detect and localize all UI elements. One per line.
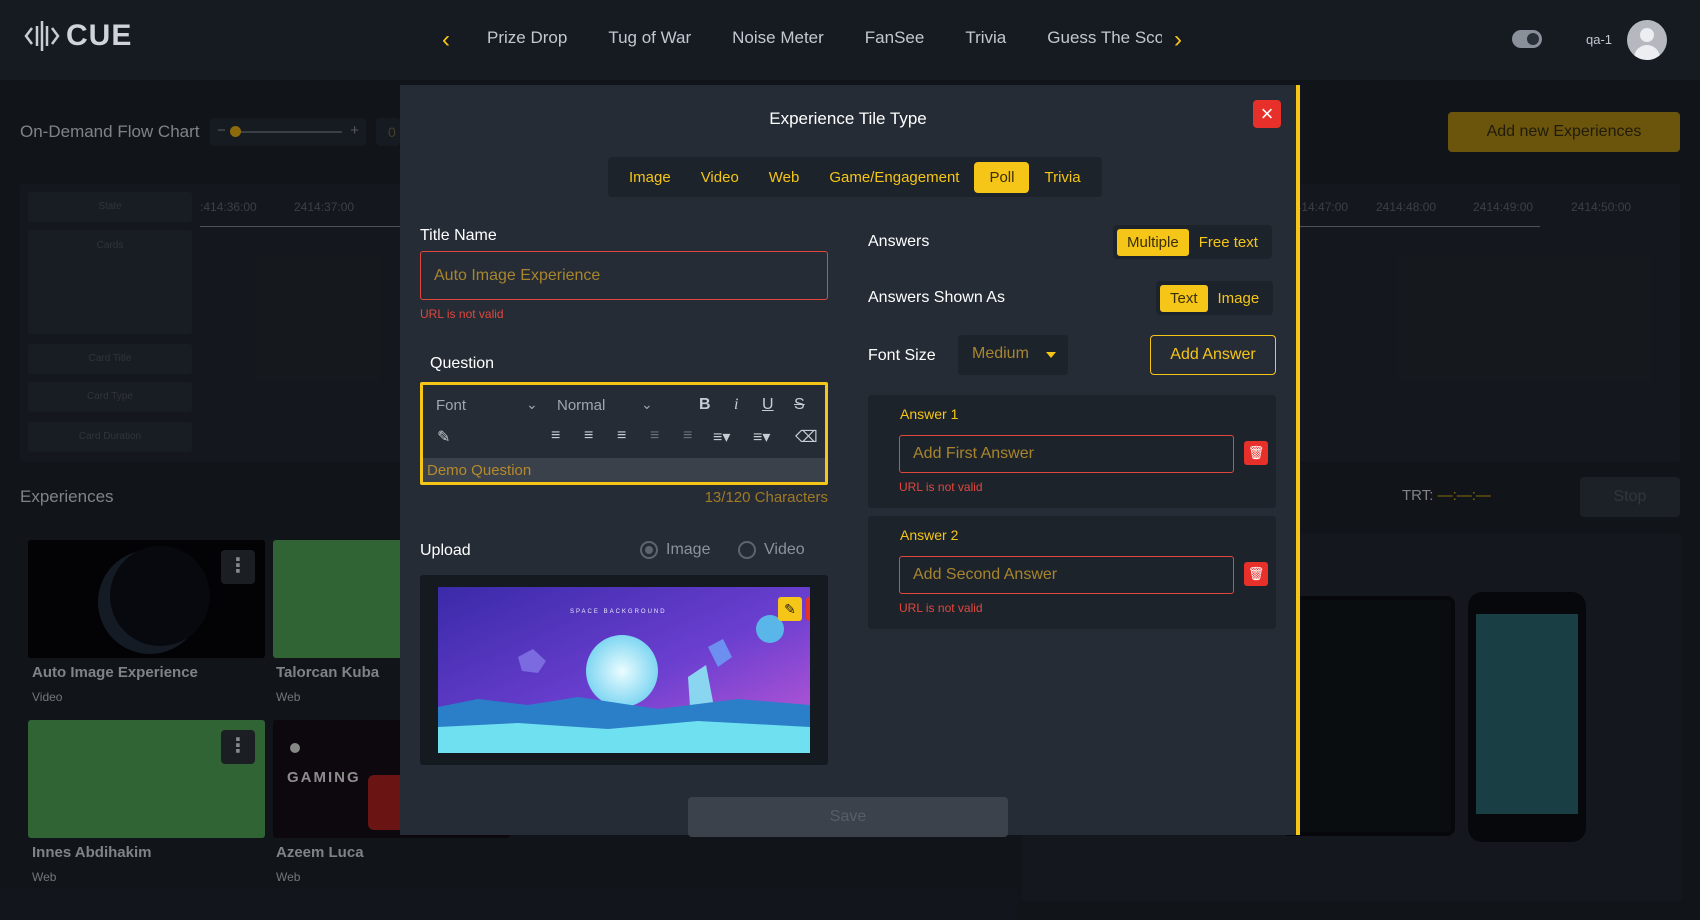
- delete-answer-icon[interactable]: 🗑: [1244, 441, 1268, 465]
- upload-video-radio[interactable]: Video: [738, 541, 805, 559]
- strikethrough-icon[interactable]: S: [794, 396, 805, 414]
- answer-card: Answer 2 URL is not valid 🗑: [868, 516, 1276, 629]
- nav-tab-prize-drop[interactable]: Prize Drop: [487, 28, 567, 48]
- experience-tile-modal: Experience Tile Type × Image Video Web G…: [400, 85, 1300, 837]
- eraser-icon[interactable]: ⌫: [795, 427, 818, 447]
- tab-poll[interactable]: Poll: [974, 161, 1030, 193]
- nav-tab-noise-meter[interactable]: Noise Meter: [732, 28, 824, 48]
- answer-card: Answer 1 URL is not valid 🗑: [868, 395, 1276, 508]
- answer-error: URL is not valid: [899, 480, 983, 494]
- answers-label: Answers: [868, 233, 930, 250]
- font-size-dropdown[interactable]: Normal ⌄: [557, 396, 653, 414]
- cue-logo[interactable]: CUE: [24, 18, 132, 54]
- uploaded-image: SPACE BACKGROUND ✎ 🗑: [438, 587, 810, 753]
- answers-shown-as-label: Answers Shown As: [868, 289, 1005, 306]
- nav-next-arrow-icon[interactable]: ›: [1174, 26, 1182, 54]
- bullet-list-icon[interactable]: ≡▾: [753, 427, 770, 447]
- title-name-error: URL is not valid: [420, 307, 504, 321]
- delete-answer-icon[interactable]: 🗑: [1244, 562, 1268, 586]
- nav-tab-guess-the-score[interactable]: Guess The Sco: [1047, 28, 1162, 48]
- avatar[interactable]: [1627, 20, 1667, 60]
- title-name-input[interactable]: [420, 251, 828, 300]
- font-size-select-value: Medium: [972, 345, 1029, 362]
- indent-icon[interactable]: ≡: [650, 427, 659, 445]
- delete-image-icon[interactable]: 🗑: [806, 597, 810, 621]
- nav-prev-arrow-icon[interactable]: ‹: [442, 26, 450, 54]
- modal-title: Experience Tile Type: [769, 109, 927, 128]
- waveform-logo-icon: [24, 21, 60, 51]
- experience-nav: Prize Drop Tug of War Noise Meter FanSee…: [487, 28, 1162, 48]
- radio-icon: [738, 541, 756, 559]
- shown-as-text-option[interactable]: Text: [1160, 284, 1208, 312]
- shown-as-image-option[interactable]: Image: [1208, 285, 1270, 312]
- space-background-image-icon: SPACE BACKGROUND: [438, 587, 810, 753]
- align-center-icon[interactable]: ≡: [584, 427, 593, 445]
- question-text-area[interactable]: Demo Question: [423, 458, 825, 482]
- text-color-icon[interactable]: ✎: [437, 427, 450, 447]
- ordered-list-icon[interactable]: ≡▾: [713, 427, 730, 447]
- font-size-label: Font Size: [868, 347, 936, 364]
- user-name: qa-1: [1586, 32, 1613, 47]
- answer-input[interactable]: [899, 435, 1234, 473]
- answer-input[interactable]: [899, 556, 1234, 594]
- top-header: CUE ‹ Prize Drop Tug of War Noise Meter …: [0, 0, 1700, 80]
- tab-trivia[interactable]: Trivia: [1029, 162, 1095, 193]
- tab-image[interactable]: Image: [614, 162, 686, 193]
- nav-tab-fansee[interactable]: FanSee: [865, 28, 925, 48]
- character-count: 13/120 Characters: [704, 489, 828, 506]
- radio-label: Image: [666, 541, 711, 558]
- answers-multiple-option[interactable]: Multiple: [1117, 228, 1189, 256]
- underline-icon[interactable]: U: [762, 396, 774, 414]
- chevron-down-icon: ⌄: [526, 396, 538, 412]
- answer-error: URL is not valid: [899, 601, 983, 615]
- align-left-icon[interactable]: ≡: [551, 427, 560, 445]
- answer-label: Answer 1: [900, 406, 959, 422]
- upload-label: Upload: [420, 542, 471, 559]
- answers-shown-as-toggle: Text Image: [1156, 281, 1274, 315]
- question-text: Demo Question: [427, 462, 532, 479]
- theme-toggle-icon[interactable]: [1512, 30, 1542, 48]
- title-name-label: Title Name: [420, 227, 497, 244]
- space-background-text: SPACE BACKGROUND: [570, 609, 667, 615]
- tile-type-tabs: Image Video Web Game/Engagement Poll Tri…: [608, 157, 1102, 197]
- align-right-icon[interactable]: ≡: [617, 427, 626, 445]
- logo-text: CUE: [66, 19, 133, 52]
- tab-web[interactable]: Web: [754, 162, 815, 193]
- question-label: Question: [430, 355, 495, 372]
- upload-image-radio[interactable]: Image: [640, 541, 710, 559]
- nav-tab-trivia[interactable]: Trivia: [965, 28, 1006, 48]
- radio-label: Video: [764, 541, 805, 558]
- font-family-dropdown[interactable]: Font ⌄: [436, 396, 538, 414]
- tab-game-engagement[interactable]: Game/Engagement: [814, 162, 974, 193]
- radio-icon: [640, 541, 658, 559]
- tab-video[interactable]: Video: [686, 162, 754, 193]
- bold-icon[interactable]: B: [699, 396, 711, 414]
- question-rich-text-editor: Font ⌄ Normal ⌄ B i U S ✎ ≡ ≡ ≡ ≡ ≡ ≡▾ ≡▾ …: [420, 382, 828, 485]
- edit-image-icon[interactable]: ✎: [778, 597, 802, 621]
- save-button[interactable]: Save: [688, 797, 1008, 837]
- answers-free-text-option[interactable]: Free text: [1189, 229, 1268, 256]
- font-family-value: Font: [436, 397, 467, 414]
- close-icon[interactable]: ×: [1253, 100, 1281, 128]
- font-size-value: Normal: [557, 397, 606, 414]
- chevron-down-icon: ⌄: [641, 396, 653, 412]
- answer-label: Answer 2: [900, 527, 959, 543]
- add-answer-button[interactable]: Add Answer: [1150, 335, 1276, 375]
- upload-preview: SPACE BACKGROUND ✎ 🗑: [420, 575, 828, 765]
- font-size-select[interactable]: Medium: [958, 335, 1068, 375]
- outdent-icon[interactable]: ≡: [683, 427, 692, 445]
- italic-icon[interactable]: i: [734, 396, 738, 414]
- nav-tab-tug-of-war[interactable]: Tug of War: [608, 28, 691, 48]
- caret-down-icon: [1046, 352, 1056, 358]
- answers-type-toggle: Multiple Free text: [1113, 225, 1272, 259]
